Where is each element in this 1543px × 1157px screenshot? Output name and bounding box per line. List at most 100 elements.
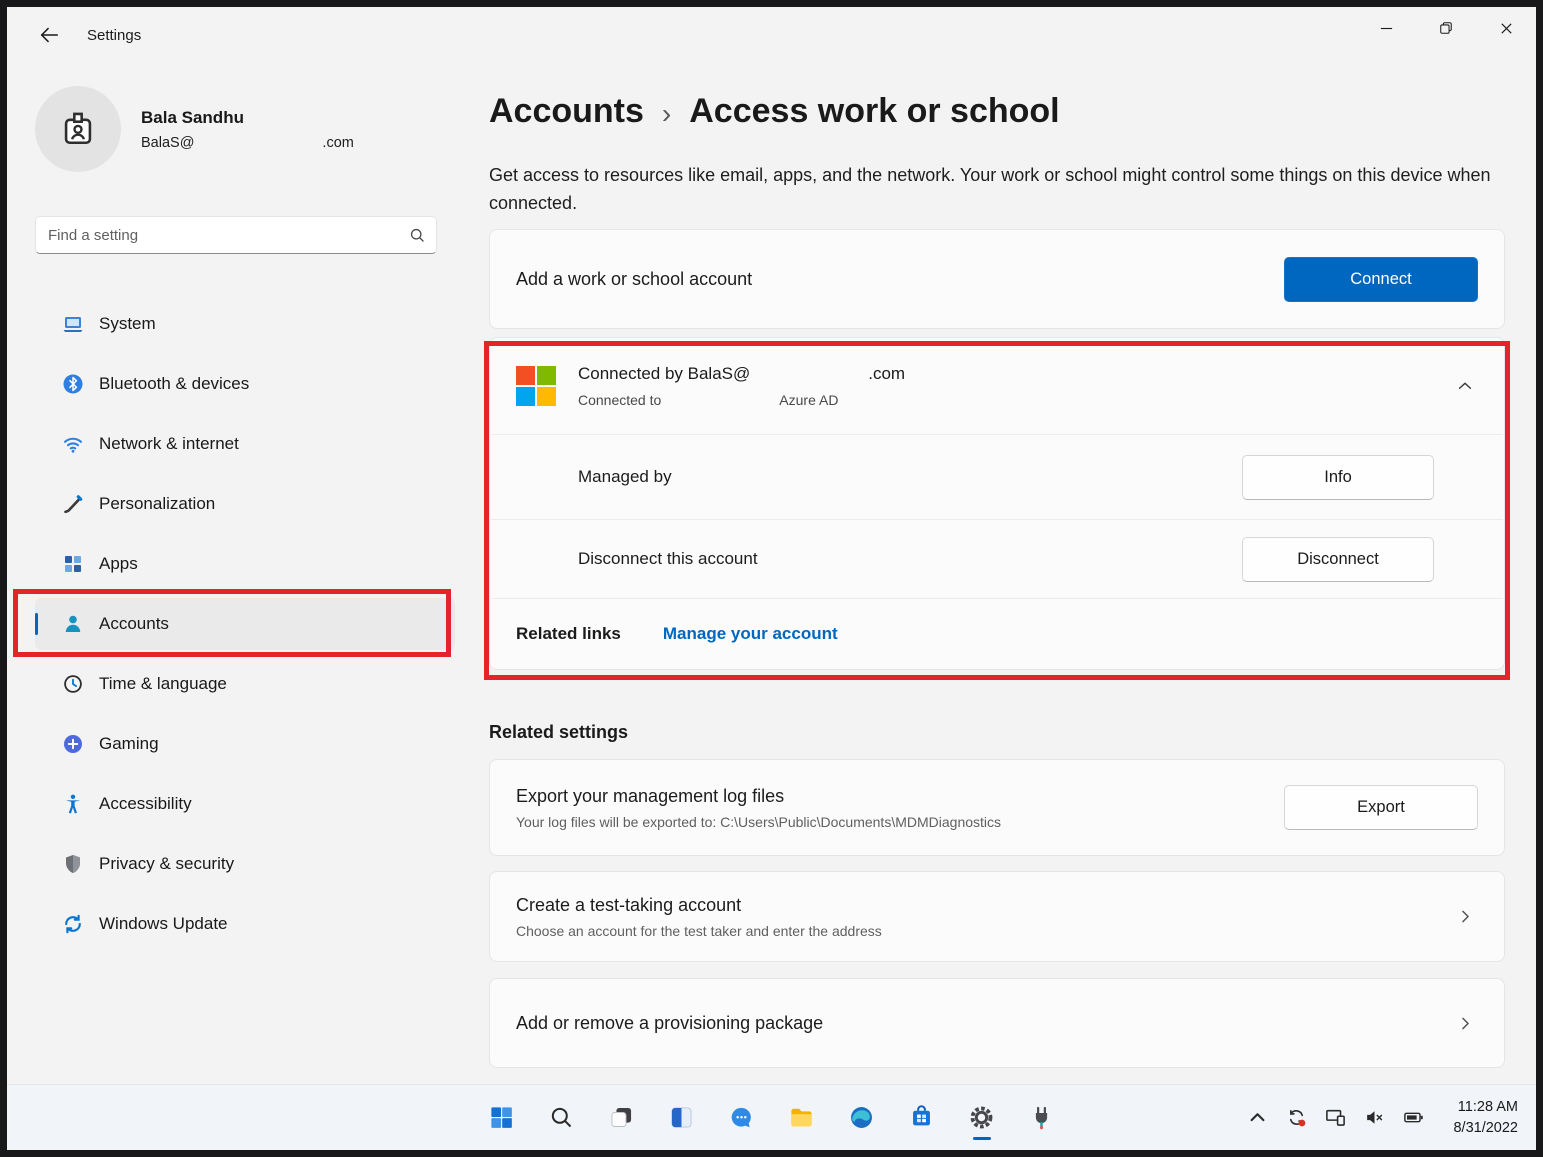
clock-date: 8/31/2022 bbox=[1453, 1118, 1518, 1138]
apps-grid-icon bbox=[61, 552, 85, 576]
test-taking-subtitle: Choose an account for the test taker and… bbox=[516, 923, 1457, 939]
info-button[interactable]: Info bbox=[1242, 455, 1434, 500]
task-view-icon bbox=[608, 1104, 635, 1131]
connected-account-subtitle: Connected toAzure AD bbox=[578, 392, 1456, 408]
user-text: Bala Sandhu BalaS@.com bbox=[141, 108, 354, 151]
update-arrows-icon bbox=[61, 912, 85, 936]
connected-sub-suffix: Azure AD bbox=[779, 392, 838, 408]
restore-icon bbox=[1439, 21, 1453, 35]
taskbar: 11:28 AM 8/31/2022 bbox=[7, 1084, 1536, 1150]
disconnect-label: Disconnect this account bbox=[578, 549, 1242, 569]
back-button[interactable] bbox=[29, 17, 69, 53]
plug-app-button[interactable] bbox=[1019, 1095, 1065, 1141]
provisioning-title: Add or remove a provisioning package bbox=[516, 1013, 1457, 1034]
connected-title-prefix: Connected by BalaS@ bbox=[578, 364, 750, 383]
window-controls bbox=[1356, 7, 1536, 49]
manage-account-link[interactable]: Manage your account bbox=[663, 624, 838, 644]
sidebar-item-gaming[interactable]: Gaming bbox=[35, 718, 455, 770]
store-button[interactable] bbox=[899, 1095, 945, 1141]
test-taking-text: Create a test-taking account Choose an a… bbox=[516, 895, 1457, 939]
chat-bubble-icon bbox=[728, 1104, 755, 1131]
sidebar-item-label: Bluetooth & devices bbox=[99, 374, 249, 394]
sidebar-item-label: Time & language bbox=[99, 674, 227, 694]
widgets-button[interactable] bbox=[659, 1095, 705, 1141]
start-button[interactable] bbox=[479, 1095, 525, 1141]
sidebar-item-accounts[interactable]: Accounts bbox=[35, 598, 455, 650]
windows-logo-icon bbox=[488, 1104, 515, 1131]
related-settings-heading: Related settings bbox=[489, 722, 1505, 743]
sidebar-item-accessibility[interactable]: Accessibility bbox=[35, 778, 455, 830]
sidebar-item-personalization[interactable]: Personalization bbox=[35, 478, 455, 530]
breadcrumb-accounts[interactable]: Accounts bbox=[489, 92, 644, 131]
search-icon bbox=[548, 1104, 575, 1131]
clock-time: 11:28 AM bbox=[1453, 1097, 1518, 1117]
user-email: BalaS@ .com bbox=[141, 135, 354, 151]
connected-account-header[interactable]: Connected by BalaS@ .com Connected toAzur… bbox=[490, 338, 1504, 434]
search-icon bbox=[409, 227, 426, 244]
task-view-button[interactable] bbox=[599, 1095, 645, 1141]
tray-volume-button[interactable] bbox=[1359, 1101, 1389, 1135]
sidebar-item-apps[interactable]: Apps bbox=[35, 538, 455, 590]
test-taking-account-card[interactable]: Create a test-taking account Choose an a… bbox=[489, 871, 1505, 962]
page-title: Access work or school bbox=[689, 92, 1059, 131]
taskbar-clock[interactable]: 11:28 AM 8/31/2022 bbox=[1445, 1093, 1526, 1142]
gear-icon bbox=[968, 1104, 995, 1131]
user-account-block[interactable]: Bala Sandhu BalaS@.com bbox=[35, 86, 455, 172]
close-button[interactable] bbox=[1476, 7, 1536, 49]
sidebar-item-label: Accounts bbox=[99, 614, 169, 634]
user-email-suffix: .com bbox=[322, 135, 353, 151]
chat-button[interactable] bbox=[719, 1095, 765, 1141]
back-arrow-icon bbox=[38, 24, 60, 46]
titlebar: Settings bbox=[7, 7, 1536, 63]
battery-icon bbox=[1403, 1107, 1424, 1128]
user-email-prefix: BalaS@ bbox=[141, 135, 194, 151]
tray-chevron-up-button[interactable] bbox=[1242, 1101, 1272, 1135]
id-badge-icon bbox=[56, 107, 100, 151]
edge-button[interactable] bbox=[839, 1095, 885, 1141]
edge-browser-icon bbox=[848, 1104, 875, 1131]
sidebar-item-label: Apps bbox=[99, 554, 138, 574]
tray-sync-button[interactable] bbox=[1281, 1101, 1311, 1135]
system-tray: 11:28 AM 8/31/2022 bbox=[1242, 1085, 1526, 1150]
connected-account-text: Connected by BalaS@ .com Connected toAzur… bbox=[578, 364, 1456, 408]
taskbar-search-button[interactable] bbox=[539, 1095, 585, 1141]
folder-icon bbox=[788, 1104, 815, 1131]
cast-display-icon bbox=[1325, 1107, 1346, 1128]
close-icon bbox=[1499, 21, 1514, 36]
chevron-up-icon bbox=[1456, 377, 1474, 395]
tray-cast-button[interactable] bbox=[1320, 1101, 1350, 1135]
breadcrumb-separator: › bbox=[662, 94, 671, 130]
sidebar-item-label: Accessibility bbox=[99, 794, 192, 814]
main-content: Accounts › Access work or school Get acc… bbox=[489, 60, 1505, 1068]
chevron-right-icon bbox=[1457, 908, 1474, 925]
connect-button[interactable]: Connect bbox=[1284, 257, 1478, 302]
provisioning-package-card[interactable]: Add or remove a provisioning package bbox=[489, 978, 1505, 1068]
export-button[interactable]: Export bbox=[1284, 785, 1478, 830]
sidebar-item-windows-update[interactable]: Windows Update bbox=[35, 898, 455, 950]
sidebar-nav: System Bluetooth & devices Network & int… bbox=[35, 298, 455, 950]
connected-title-suffix: .com bbox=[868, 364, 905, 383]
add-account-card: Add a work or school account Connect bbox=[489, 229, 1505, 329]
settings-button[interactable] bbox=[959, 1095, 1005, 1141]
sidebar-item-privacy-security[interactable]: Privacy & security bbox=[35, 838, 455, 890]
maximize-button[interactable] bbox=[1416, 7, 1476, 49]
sidebar-item-time-language[interactable]: Time & language bbox=[35, 658, 455, 710]
sidebar: Bala Sandhu BalaS@.com System Bluetooth … bbox=[7, 60, 469, 1084]
minimize-button[interactable] bbox=[1356, 7, 1416, 49]
volume-mute-icon bbox=[1364, 1107, 1385, 1128]
wifi-icon bbox=[61, 432, 85, 456]
person-icon bbox=[61, 612, 85, 636]
sidebar-item-bluetooth[interactable]: Bluetooth & devices bbox=[35, 358, 455, 410]
sidebar-item-system[interactable]: System bbox=[35, 298, 455, 350]
tray-battery-button[interactable] bbox=[1398, 1101, 1428, 1135]
disconnect-row: Disconnect this account Disconnect bbox=[490, 520, 1504, 598]
settings-window: Settings Bala S bbox=[0, 0, 1543, 1157]
file-explorer-button[interactable] bbox=[779, 1095, 825, 1141]
search-input[interactable] bbox=[48, 227, 409, 244]
disconnect-button[interactable]: Disconnect bbox=[1242, 537, 1434, 582]
sidebar-item-network[interactable]: Network & internet bbox=[35, 418, 455, 470]
search-box bbox=[35, 216, 437, 254]
window-title: Settings bbox=[87, 27, 141, 44]
sidebar-item-label: Windows Update bbox=[99, 914, 228, 934]
page-description: Get access to resources like email, apps… bbox=[489, 161, 1499, 217]
